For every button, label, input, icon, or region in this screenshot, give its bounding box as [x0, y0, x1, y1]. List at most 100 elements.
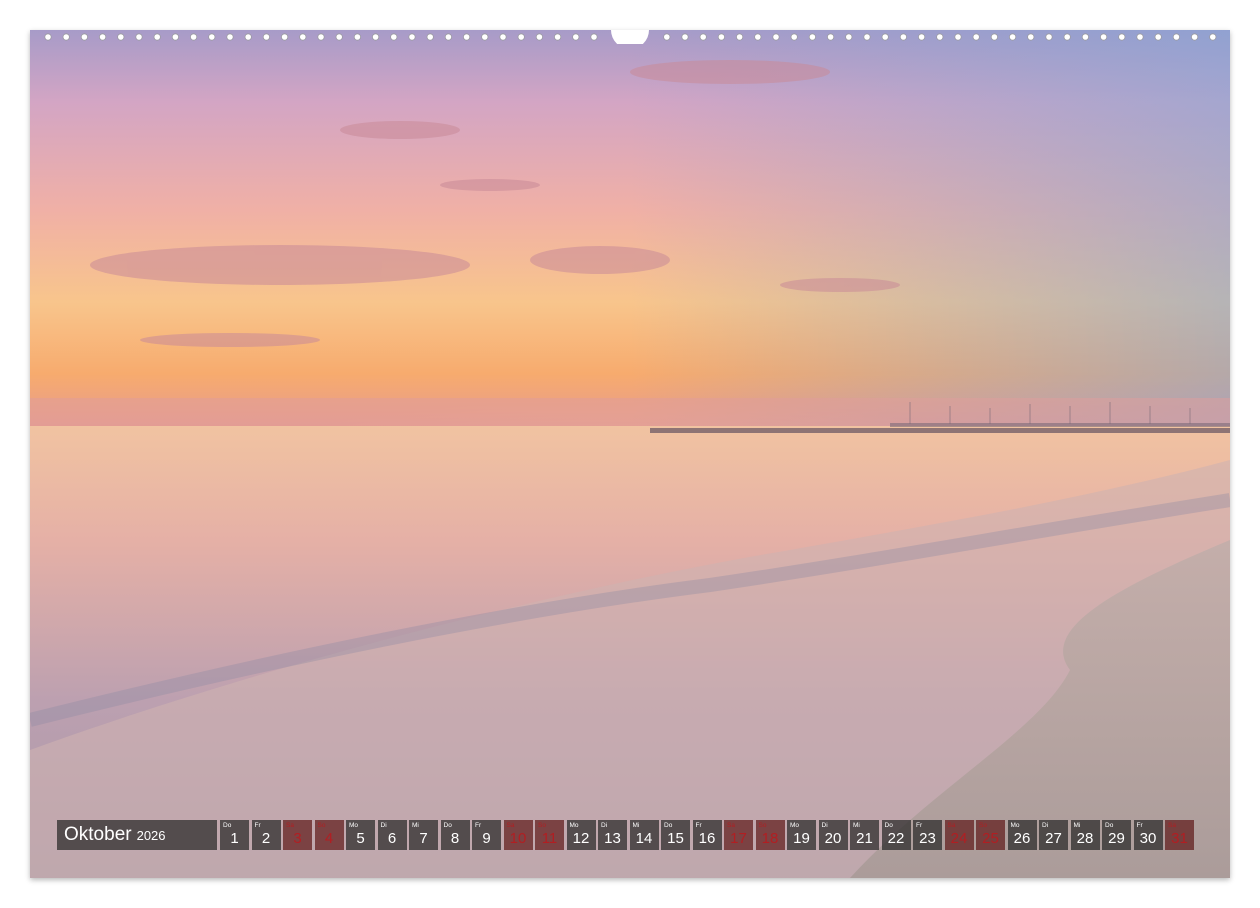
day-number: 13	[604, 830, 621, 847]
day-number: 11	[541, 830, 558, 847]
day-number: 21	[856, 830, 873, 847]
weekday-label: Mi	[1073, 822, 1081, 829]
day-cell: Mo 26	[1007, 820, 1037, 850]
day-number: 12	[572, 830, 590, 847]
day-cell: Fr 30	[1133, 820, 1163, 850]
weekday-label: Mo	[349, 822, 359, 829]
weekday-label: Do	[1105, 822, 1114, 829]
day-cell: Do 1	[220, 820, 249, 850]
weekday-label: Mi	[632, 822, 640, 829]
day-cell: Mi 21	[850, 820, 879, 850]
day-number: 28	[1076, 830, 1094, 847]
day-cell: Fr 23	[913, 820, 942, 850]
sunset-beach-photo	[30, 30, 1230, 878]
day-number: 15	[667, 830, 684, 847]
day-number: 26	[1013, 830, 1031, 847]
weekday-label: Fr	[695, 822, 702, 829]
weekday-label: So	[317, 822, 326, 829]
day-number: 25	[982, 830, 999, 847]
calendar-strip: Oktober 2026 Do 1 Fr 2 Sa 3 So 4 Mo 5 Di 6 Mi 7 Do 8 Fr 9…	[57, 820, 1197, 850]
day-cell: Fr 9	[472, 820, 501, 850]
day-cell: Mi 7	[409, 820, 438, 850]
weekday-label: Di	[821, 822, 828, 829]
day-cell: So 18	[755, 820, 785, 850]
weekday-label: Di	[1042, 822, 1049, 829]
weekday-label: Sa	[286, 822, 294, 829]
day-number: 6	[387, 830, 397, 847]
day-cell: Di 20	[818, 820, 848, 850]
day-cell: Sa 10	[503, 820, 533, 850]
month-label: Oktober 2026	[57, 820, 217, 850]
weekday-label: Fr	[475, 822, 482, 829]
day-cell: Di 27	[1039, 820, 1068, 850]
day-number: 17	[730, 830, 747, 847]
day-number: 5	[356, 830, 365, 847]
day-cell: So 4	[314, 820, 344, 850]
day-cell: Di 13	[598, 820, 627, 850]
weekday-label: Mo	[569, 822, 579, 829]
day-cell: Sa 24	[944, 820, 974, 850]
day-number: 29	[1108, 830, 1125, 847]
weekday-label: Mi	[853, 822, 860, 829]
day-cell: Fr 2	[251, 820, 281, 850]
day-number: 23	[919, 830, 936, 847]
day-number: 1	[230, 830, 239, 847]
weekday-label: Do	[443, 822, 452, 829]
weekday-label: Sa	[947, 822, 956, 829]
weekday-label: Fr	[916, 822, 923, 829]
day-cell: Sa 17	[724, 820, 753, 850]
day-cell: Mo 19	[787, 820, 816, 850]
weekday-label: Fr	[1136, 822, 1143, 829]
weekday-label: So	[979, 822, 987, 829]
day-number: 4	[324, 830, 334, 847]
weekday-label: Do	[223, 822, 232, 829]
weekday-label: Di	[601, 822, 608, 829]
calendar-page	[30, 30, 1230, 878]
day-number: 19	[793, 830, 810, 847]
month-name: Oktober	[64, 824, 132, 845]
day-cell: Fr 16	[692, 820, 722, 850]
day-number: 8	[450, 830, 460, 847]
day-cell: Do 29	[1102, 820, 1131, 850]
weekday-label: So	[758, 822, 767, 829]
weekday-label: Do	[664, 822, 673, 829]
weekday-label: Sa	[727, 822, 735, 829]
day-cell: Sa 31	[1165, 820, 1194, 850]
day-number: 3	[293, 830, 302, 847]
weekday-label: So	[538, 822, 546, 829]
weekday-label: Sa	[506, 822, 515, 829]
day-cell: Di 6	[377, 820, 407, 850]
day-number: 30	[1139, 830, 1157, 847]
day-number: 10	[509, 830, 527, 847]
weekday-label: Mo	[1010, 822, 1020, 829]
day-number: 2	[261, 830, 271, 847]
weekday-label: Di	[380, 822, 387, 829]
day-number: 18	[761, 830, 779, 847]
day-cell: So 25	[976, 820, 1005, 850]
day-cell: Do 15	[661, 820, 690, 850]
weekday-label: Sa	[1168, 822, 1176, 829]
day-number: 20	[824, 830, 842, 847]
day-cell: So 11	[535, 820, 564, 850]
day-cell: Mi 14	[629, 820, 659, 850]
day-number: 7	[419, 830, 428, 847]
day-list: Do 1 Fr 2 Sa 3 So 4 Mo 5 Di 6 Mi 7 Do 8 Fr 9 Sa 10 So 11 Mo 12 D…	[220, 820, 1197, 850]
day-number: 27	[1045, 830, 1062, 847]
day-cell: Sa 3	[283, 820, 312, 850]
weekday-label: Do	[884, 822, 893, 829]
weekday-label: Mi	[412, 822, 419, 829]
weekday-label: Fr	[254, 822, 261, 829]
day-cell: Do 22	[881, 820, 911, 850]
day-number: 9	[482, 830, 491, 847]
day-cell: Mo 5	[346, 820, 375, 850]
day-number: 24	[950, 830, 968, 847]
day-number: 22	[887, 830, 905, 847]
day-number: 31	[1171, 830, 1188, 847]
day-cell: Mo 12	[566, 820, 596, 850]
month-year: 2026	[136, 827, 166, 843]
day-cell: Do 8	[440, 820, 470, 850]
day-cell: Mi 28	[1070, 820, 1100, 850]
weekday-label: Mo	[790, 822, 800, 829]
day-number: 14	[635, 830, 653, 847]
day-number: 16	[698, 830, 716, 847]
